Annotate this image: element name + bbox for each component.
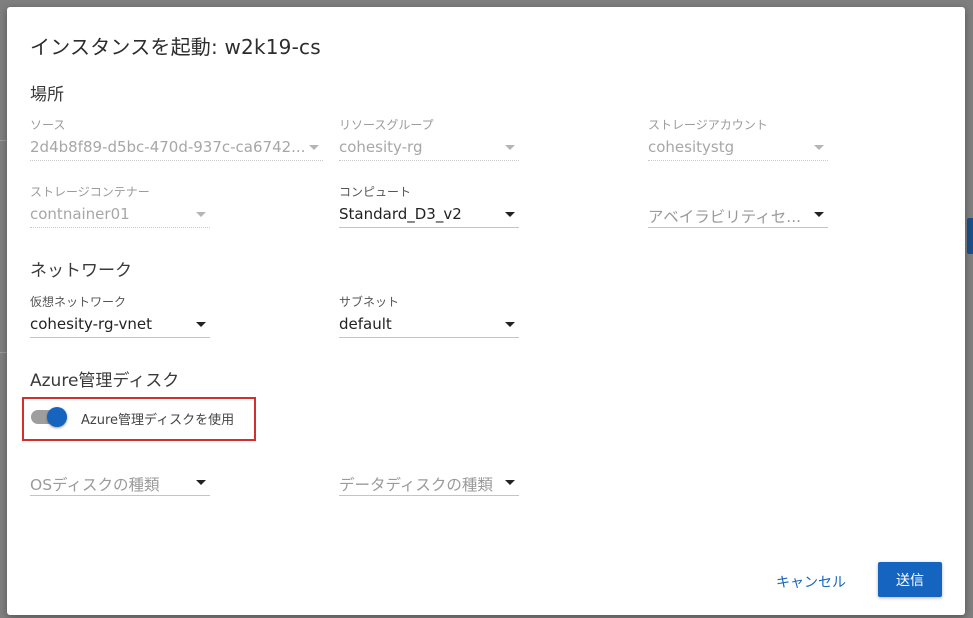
data-disk-type-field[interactable]: データディスクの種類 xyxy=(339,452,519,496)
chevron-down-icon[interactable] xyxy=(196,480,206,485)
chevron-down-icon[interactable] xyxy=(505,212,515,217)
source-field: ソース 2d4b8f89-d5bc-470d-937c-ca6742... xyxy=(30,117,323,161)
chevron-down-icon[interactable] xyxy=(196,322,206,327)
storage-container-select: contnainer01 xyxy=(30,201,210,228)
compute-label: コンピュート xyxy=(339,185,412,199)
data-disk-type-placeholder: データディスクの種類 xyxy=(339,476,493,494)
storage-account-label: ストレージアカウント xyxy=(648,118,768,132)
storage-account-select: cohesitystg xyxy=(648,134,828,161)
resource-group-field: リソースグループ cohesity-rg xyxy=(339,117,519,161)
data-disk-type-select[interactable]: データディスクの種類 xyxy=(339,469,519,496)
dialog-title: インスタンスを起動: w2k19-cs xyxy=(30,35,321,59)
os-disk-type-placeholder: OSディスクの種類 xyxy=(30,476,160,494)
storage-account-value: cohesitystg xyxy=(648,138,735,156)
subnet-value: default xyxy=(339,315,392,333)
storage-container-field: ストレージコンテナー contnainer01 xyxy=(30,184,210,228)
chevron-down-icon[interactable] xyxy=(505,480,515,485)
managed-disk-toggle-label[interactable]: Azure管理ディスクを使用 xyxy=(81,409,234,428)
chevron-down-icon xyxy=(196,212,206,217)
subnet-label: サブネット xyxy=(339,295,400,309)
cancel-button[interactable]: キャンセル xyxy=(770,568,852,596)
compute-field[interactable]: コンピュート Standard_D3_v2 xyxy=(339,184,519,228)
compute-select[interactable]: Standard_D3_v2 xyxy=(339,201,519,228)
chevron-down-icon[interactable] xyxy=(814,212,824,217)
compute-value: Standard_D3_v2 xyxy=(339,205,462,223)
source-value: 2d4b8f89-d5bc-470d-937c-ca6742... xyxy=(30,138,306,156)
virtual-network-select[interactable]: cohesity-rg-vnet xyxy=(30,311,210,338)
resource-group-value: cohesity-rg xyxy=(339,138,423,156)
backdrop-divider xyxy=(0,352,7,353)
chevron-down-icon xyxy=(505,145,515,150)
source-select: 2d4b8f89-d5bc-470d-937c-ca6742... xyxy=(30,134,323,161)
availability-set-select[interactable]: アベイラビリティセ... xyxy=(648,201,828,228)
managed-disk-toggle[interactable] xyxy=(31,407,67,427)
backdrop-divider xyxy=(0,140,7,141)
toggle-knob[interactable] xyxy=(47,407,67,427)
virtual-network-field[interactable]: 仮想ネットワーク cohesity-rg-vnet xyxy=(30,294,210,338)
backdrop-side-tab xyxy=(967,218,973,254)
resource-group-label: リソースグループ xyxy=(339,118,434,132)
resource-group-select: cohesity-rg xyxy=(339,134,519,161)
chevron-down-icon xyxy=(814,145,824,150)
source-label: ソース xyxy=(30,118,66,132)
availability-set-field[interactable]: アベイラビリティセ... xyxy=(648,184,828,228)
os-disk-type-field[interactable]: OSディスクの種類 xyxy=(30,452,210,496)
section-network-heading: ネットワーク xyxy=(30,261,132,281)
chevron-down-icon xyxy=(309,145,319,150)
subnet-select[interactable]: default xyxy=(339,311,519,338)
chevron-down-icon[interactable] xyxy=(505,322,515,327)
launch-instance-dialog: インスタンスを起動: w2k19-cs 場所 ソース 2d4b8f89-d5bc… xyxy=(7,7,965,615)
availability-set-placeholder: アベイラビリティセ... xyxy=(648,208,802,226)
section-location-heading: 場所 xyxy=(30,85,64,105)
virtual-network-value: cohesity-rg-vnet xyxy=(30,315,152,333)
virtual-network-label: 仮想ネットワーク xyxy=(30,295,127,309)
storage-container-label: ストレージコンテナー xyxy=(30,185,150,199)
submit-button[interactable]: 送信 xyxy=(878,562,942,597)
section-disk-heading: Azure管理ディスク xyxy=(30,371,180,391)
os-disk-type-select[interactable]: OSディスクの種類 xyxy=(30,469,210,496)
storage-account-field: ストレージアカウント cohesitystg xyxy=(648,117,828,161)
subnet-field[interactable]: サブネット default xyxy=(339,294,519,338)
storage-container-value: contnainer01 xyxy=(30,205,130,223)
managed-disk-toggle-highlight: Azure管理ディスクを使用 xyxy=(22,397,256,441)
